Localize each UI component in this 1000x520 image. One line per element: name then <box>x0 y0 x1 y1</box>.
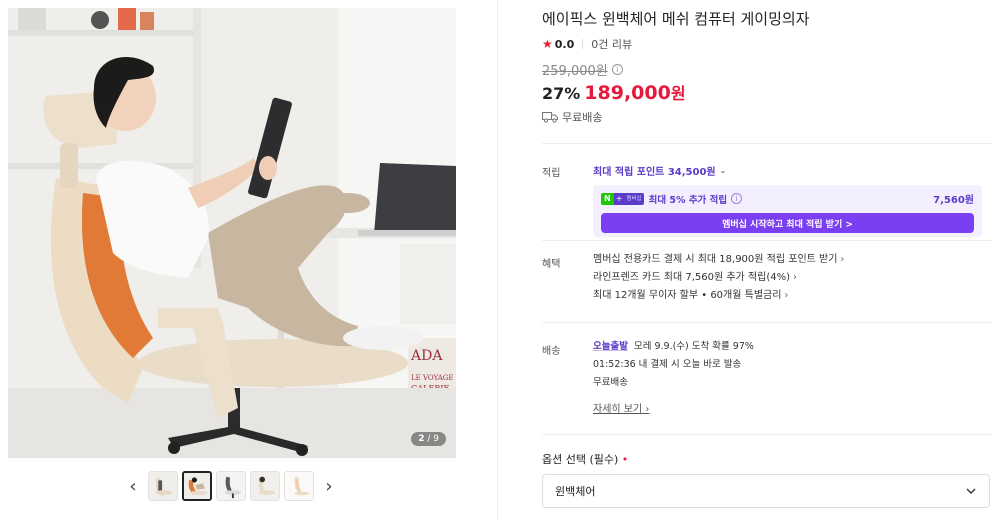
rating-summary: ★ 0.0 0건 리뷰 <box>542 36 632 52</box>
delivery-cutoff: 01:52:36 내 결제 시 오늘 바로 발송 <box>593 359 742 370</box>
benefits-label: 혜택 <box>542 259 561 270</box>
required-mark: • <box>621 453 629 466</box>
chevron-right-icon: › <box>840 254 845 265</box>
svg-text:LE VOYAGE: LE VOYAGE <box>411 374 454 382</box>
chevron-down-icon: ⌄ <box>719 166 727 175</box>
benefit-item[interactable]: 멤버십 전용카드 결제 시 최대 18,900원 적립 포인트 받기 › <box>593 251 992 269</box>
option-select[interactable]: 윈백체어 <box>542 474 990 508</box>
shipping-tag-label: 무료배송 <box>562 111 603 124</box>
truck-icon <box>542 112 558 123</box>
product-title: 에이픽스 윈백체어 메쉬 컴퓨터 게이밍의자 <box>542 10 810 28</box>
plus-icon: + <box>613 192 625 205</box>
option-selected-value: 윈백체어 <box>555 485 596 498</box>
rating-value: 0.0 <box>554 37 575 51</box>
benefits-section: 멤버십 전용카드 결제 시 최대 18,900원 적립 포인트 받기 › 라인프렌… <box>593 251 992 305</box>
thumbnail-3[interactable] <box>216 471 246 501</box>
benefit-item-text: 멤버십 전용카드 결제 시 최대 18,900원 적립 포인트 받기 <box>593 254 838 265</box>
membership-box: N + 멤버십 최대 5% 추가 적립 i 7,560원 멤버십 시작하고 최대… <box>593 185 982 237</box>
thumbnail-strip: ‹ › <box>120 468 342 504</box>
max-points-dropdown[interactable]: 최대 적립 포인트 34,500원 ⌄ <box>593 163 992 178</box>
membership-amount: 7,560원 <box>933 195 974 206</box>
naver-n-icon: N <box>601 192 614 205</box>
arrival-estimate: 모레 9.9.(수) 도착 확률 97% <box>633 341 754 352</box>
original-price-row: 259,000원 i <box>542 60 623 79</box>
thumbnail-1[interactable] <box>148 471 178 501</box>
shipping-tag: 무료배송 <box>542 109 602 125</box>
image-counter-total: / 9 <box>427 434 439 444</box>
divider <box>542 240 992 241</box>
membership-extra-text: 최대 5% 추가 적립 <box>648 194 728 206</box>
benefit-item[interactable]: 라인프렌즈 카드 최대 7,560원 추가 적립(4%) › <box>593 269 992 287</box>
chevron-right-icon: › <box>645 404 650 415</box>
membership-line: N + 멤버십 최대 5% 추가 적립 i 7,560원 <box>601 191 974 206</box>
today-ship-tag[interactable]: 오늘출발 <box>593 341 628 352</box>
panel-divider <box>497 0 498 520</box>
sale-price: 189,000 <box>584 82 671 104</box>
naver-membership-badge: N + 멤버십 <box>601 192 644 205</box>
option-label-text: 옵션 선택 (필수) <box>542 453 619 466</box>
sale-price-row: 27% 189,000 원 <box>542 80 686 104</box>
svg-text:ADA: ADA <box>410 348 443 364</box>
benefit-item-text: 라인프렌즈 카드 최대 7,560원 추가 적립(4%) <box>593 272 790 283</box>
chevron-down-icon <box>966 488 976 494</box>
thumbnail-4[interactable] <box>250 471 280 501</box>
rating-separator <box>582 39 584 49</box>
points-label: 적립 <box>542 168 561 179</box>
thumbnail-5[interactable] <box>284 471 314 501</box>
product-gallery: ADA LE VOYAGE GALERIE <box>0 0 500 520</box>
thumbnail-2[interactable] <box>182 471 212 501</box>
prev-arrow-icon[interactable]: ‹ <box>120 470 146 502</box>
discount-rate: 27% <box>542 84 581 103</box>
delivery-label: 배송 <box>542 346 561 357</box>
image-counter: 2 / 9 <box>411 432 446 446</box>
star-icon: ★ <box>542 37 553 51</box>
max-points-text: 최대 적립 포인트 34,500원 <box>593 167 716 178</box>
divider <box>542 322 992 323</box>
benefit-item-text: 최대 12개월 무이자 할부 • 60개월 특별금리 <box>593 290 782 301</box>
review-count-link[interactable]: 0건 리뷰 <box>591 36 632 52</box>
delivery-arrival-line: 오늘출발 모레 9.9.(수) 도착 확률 97% <box>593 338 992 356</box>
main-product-image[interactable]: ADA LE VOYAGE GALERIE <box>8 8 456 458</box>
option-label: 옵션 선택 (필수) • <box>542 451 628 467</box>
next-arrow-icon[interactable]: › <box>316 470 342 502</box>
delivery-more-text: 자세히 보기 <box>593 404 643 415</box>
membership-start-button[interactable]: 멤버십 시작하고 최대 적립 받기 > <box>601 213 974 233</box>
chevron-right-icon: › <box>793 272 797 283</box>
sale-price-unit: 원 <box>670 84 686 103</box>
info-icon[interactable]: i <box>731 193 743 204</box>
delivery-fee: 무료배송 <box>593 377 628 388</box>
delivery-more-link[interactable]: 자세히 보기 › <box>593 404 649 415</box>
image-counter-current: 2 <box>418 434 425 444</box>
more-link-row: 자세히 보기 › <box>593 395 992 418</box>
divider <box>542 434 992 435</box>
benefit-item[interactable]: 최대 12개월 무이자 할부 • 60개월 특별금리 › <box>593 287 992 305</box>
membership-badge-text: 멤버십 <box>624 192 644 205</box>
divider <box>542 143 992 144</box>
chevron-right-icon: › <box>784 290 789 301</box>
points-section: 최대 적립 포인트 34,500원 ⌄ N + 멤버십 최대 5% 추가 적립 … <box>593 163 992 243</box>
delivery-section: 오늘출발 모레 9.9.(수) 도착 확률 97% 01:52:36 내 결제 시… <box>593 338 992 418</box>
original-price: 259,000원 <box>542 64 608 79</box>
info-icon[interactable]: i <box>611 64 623 75</box>
